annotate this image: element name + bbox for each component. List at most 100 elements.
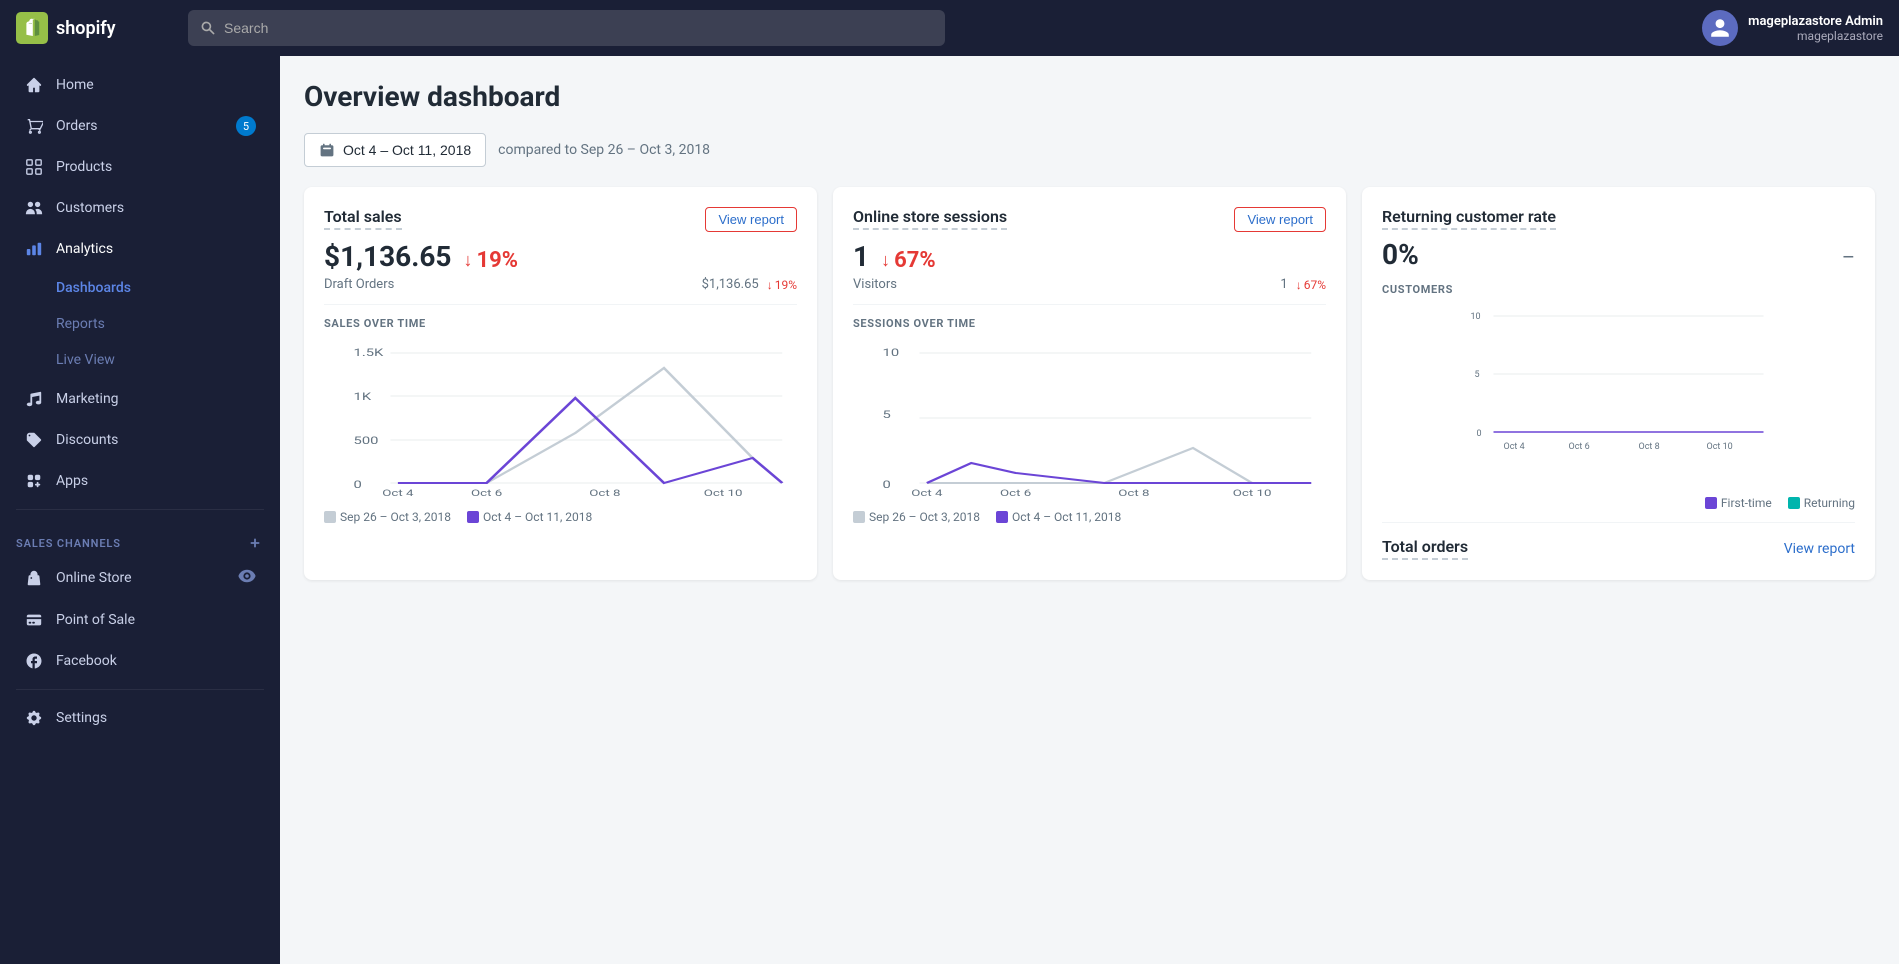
online-sessions-card: Online store sessions View report 1 ↓ 67…	[833, 187, 1346, 580]
rcr-title: Returning customer rate	[1382, 207, 1556, 230]
top-navigation: shopify mageplazastore Admin mageplazast…	[0, 0, 1899, 56]
sales-chart-legend: Sep 26 – Oct 3, 2018 Oct 4 – Oct 11, 201…	[324, 510, 797, 524]
sidebar-item-dashboards[interactable]: Dashboards	[8, 270, 272, 306]
sidebar-item-discounts[interactable]: Discounts	[8, 420, 272, 460]
total-sales-value: $1,136.65 ↓ 19%	[324, 240, 797, 273]
sessions-legend-curr: Oct 4 – Oct 11, 2018	[996, 510, 1121, 524]
sidebar-item-marketing[interactable]: Marketing	[8, 379, 272, 419]
svg-text:0: 0	[354, 479, 362, 491]
svg-text:10: 10	[883, 347, 900, 359]
sidebar-label-reports: Reports	[56, 316, 105, 332]
total-sales-card: Total sales View report $1,136.65 ↓ 19% …	[304, 187, 817, 580]
sidebar-item-point-of-sale[interactable]: Point of Sale	[8, 600, 272, 640]
visitors-label: Visitors	[853, 277, 897, 292]
point-of-sale-icon	[24, 610, 44, 630]
svg-text:Oct 8: Oct 8	[589, 487, 620, 498]
sidebar-label-point-of-sale: Point of Sale	[56, 612, 135, 628]
sessions-chart-legend: Sep 26 – Oct 3, 2018 Oct 4 – Oct 11, 201…	[853, 510, 1326, 524]
svg-text:Oct 4: Oct 4	[382, 487, 414, 498]
date-range-button[interactable]: Oct 4 – Oct 11, 2018	[304, 133, 486, 167]
cards-row: Total sales View report $1,136.65 ↓ 19% …	[304, 187, 1875, 580]
rcr-legend-returning: Returning	[1788, 496, 1855, 510]
avatar	[1702, 10, 1738, 46]
sidebar-item-products[interactable]: Products	[8, 147, 272, 187]
draft-orders-change: ↓ 19%	[767, 278, 797, 292]
svg-text:Oct 6: Oct 6	[1000, 487, 1031, 498]
sessions-label-curr: Oct 4 – Oct 11, 2018	[1012, 510, 1121, 524]
sidebar-item-apps[interactable]: Apps	[8, 461, 272, 501]
visitors-right: 1 ↓ 67%	[1280, 277, 1326, 292]
rcr-dash: –	[1842, 245, 1855, 269]
main-content: Overview dashboard Oct 4 – Oct 11, 2018 …	[280, 56, 1899, 964]
shopify-logo[interactable]: shopify	[16, 12, 176, 44]
sessions-view-report[interactable]: View report	[1234, 207, 1326, 232]
sidebar-item-analytics[interactable]: Analytics	[8, 229, 272, 269]
user-menu[interactable]: mageplazastore Admin mageplazastore	[1702, 10, 1883, 46]
sessions-title: Online store sessions	[853, 207, 1007, 230]
products-icon	[24, 157, 44, 177]
sidebar-item-reports[interactable]: Reports	[8, 306, 272, 342]
sessions-chart-label: SESSIONS OVER TIME	[853, 317, 1326, 330]
sessions-amount: 1	[853, 240, 869, 273]
page-title: Overview dashboard	[304, 80, 1875, 113]
user-info: mageplazastore Admin mageplazastore	[1748, 14, 1883, 43]
visitors-change: ↓ 67%	[1296, 278, 1326, 292]
sessions-header: Online store sessions View report	[853, 207, 1326, 232]
sessions-chart: 10 5 0 Oct 4 Oct 6 Oct 8 Oct 10	[853, 338, 1326, 502]
svg-text:Oct 8: Oct 8	[1639, 442, 1660, 452]
sales-chart-label: SALES OVER TIME	[324, 317, 797, 330]
customers-chart-label: CUSTOMERS	[1382, 283, 1855, 296]
sessions-change-pct: 67%	[894, 248, 936, 273]
legend-prev: Sep 26 – Oct 3, 2018	[324, 510, 451, 524]
user-name: mageplazastore Admin	[1748, 14, 1883, 29]
svg-text:1K: 1K	[354, 391, 372, 403]
facebook-icon	[24, 651, 44, 671]
eye-icon[interactable]	[238, 567, 256, 589]
sidebar-divider	[16, 509, 264, 510]
legend-dot-curr	[467, 511, 479, 523]
search-bar[interactable]	[188, 10, 945, 46]
sidebar-label-facebook: Facebook	[56, 653, 117, 669]
draft-orders-right: $1,136.65 ↓ 19%	[702, 277, 797, 292]
visitors-value: 1	[1280, 277, 1287, 292]
add-channel-icon[interactable]	[246, 534, 264, 552]
draft-orders-pct: 19%	[775, 278, 797, 292]
orders-badge: 5	[236, 116, 256, 136]
sidebar-item-live-view[interactable]: Live View	[8, 342, 272, 378]
sidebar-label-dashboards: Dashboards	[56, 280, 131, 296]
legend-dot-prev	[324, 511, 336, 523]
rcr-dot-returning	[1788, 497, 1800, 509]
rcr-legend-firsttime: First-time	[1705, 496, 1772, 510]
sidebar-item-facebook[interactable]: Facebook	[8, 641, 272, 681]
svg-text:10: 10	[1471, 312, 1481, 322]
date-range-label: Oct 4 – Oct 11, 2018	[343, 142, 471, 158]
small-down-arrow: ↓	[767, 278, 773, 292]
sidebar-label-settings: Settings	[56, 710, 107, 726]
legend-curr: Oct 4 – Oct 11, 2018	[467, 510, 592, 524]
total-sales-title: Total sales	[324, 207, 402, 230]
sales-chart: 1.5K 1K 500 0 Oct 4	[324, 338, 797, 502]
returning-customer-card: Returning customer rate 0% – CUSTOMERS 1…	[1362, 187, 1875, 580]
rcr-label-returning: Returning	[1804, 496, 1855, 510]
total-sales-view-report[interactable]: View report	[705, 207, 797, 232]
svg-text:500: 500	[354, 435, 379, 447]
customers-icon	[24, 198, 44, 218]
user-store: mageplazastore	[1748, 29, 1883, 43]
date-row: Oct 4 – Oct 11, 2018 compared to Sep 26 …	[304, 133, 1875, 167]
search-icon	[200, 20, 216, 36]
sidebar-item-settings[interactable]: Settings	[8, 698, 272, 738]
sidebar-item-online-store[interactable]: Online Store	[8, 557, 272, 599]
sidebar-label-apps: Apps	[56, 473, 88, 489]
total-orders-view-report[interactable]: View report	[1784, 541, 1855, 557]
sidebar-item-orders[interactable]: Orders 5	[8, 106, 272, 146]
orders-icon	[24, 116, 44, 136]
marketing-icon	[24, 389, 44, 409]
sidebar-item-customers[interactable]: Customers	[8, 188, 272, 228]
rcr-header: Returning customer rate	[1382, 207, 1855, 230]
home-icon	[24, 75, 44, 95]
legend-label-prev: Sep 26 – Oct 3, 2018	[340, 510, 451, 524]
sidebar-item-home[interactable]: Home	[8, 65, 272, 105]
sales-channels-text: SALES CHANNELS	[16, 537, 121, 550]
sidebar-label-products: Products	[56, 159, 112, 175]
search-input[interactable]	[224, 20, 933, 36]
